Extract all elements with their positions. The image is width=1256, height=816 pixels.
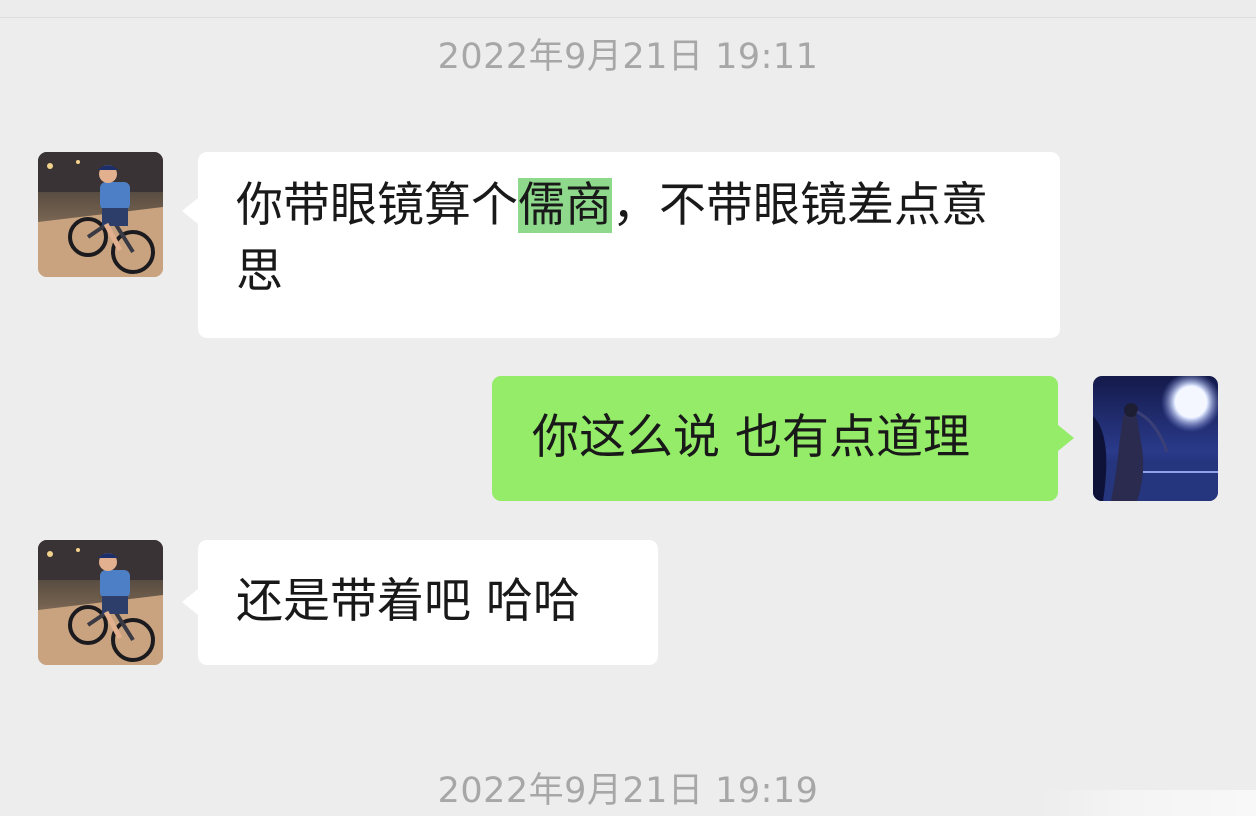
message-text: 你带眼镜算个 bbox=[236, 178, 518, 233]
message-bubble-outgoing[interactable]: 你这么说 也有点道理 bbox=[492, 376, 1058, 501]
contact-avatar[interactable] bbox=[38, 152, 163, 277]
message-text: 还是带着吧 哈哈 bbox=[236, 574, 580, 629]
top-edge bbox=[0, 0, 1256, 18]
cyclist-avatar bbox=[38, 152, 163, 277]
bubble-tail bbox=[1058, 425, 1074, 451]
cyclist-avatar bbox=[38, 540, 163, 665]
contact-avatar[interactable] bbox=[38, 540, 163, 665]
message-text: 你这么说 也有点道理 bbox=[532, 410, 970, 465]
bottom-fade-overlay bbox=[1040, 790, 1256, 816]
message-bubble-incoming[interactable]: 你带眼镜算个儒商，不带眼镜差点意思 bbox=[198, 152, 1060, 338]
selected-text-highlight[interactable]: 儒商 bbox=[518, 178, 612, 233]
self-avatar[interactable] bbox=[1093, 376, 1218, 501]
moon-night-avatar bbox=[1093, 376, 1218, 501]
message-bubble-incoming[interactable]: 还是带着吧 哈哈 bbox=[198, 540, 658, 665]
chat-timestamp: 2022年9月21日 19:11 bbox=[437, 37, 819, 77]
bubble-tail bbox=[182, 198, 198, 224]
bubble-tail bbox=[182, 589, 198, 615]
